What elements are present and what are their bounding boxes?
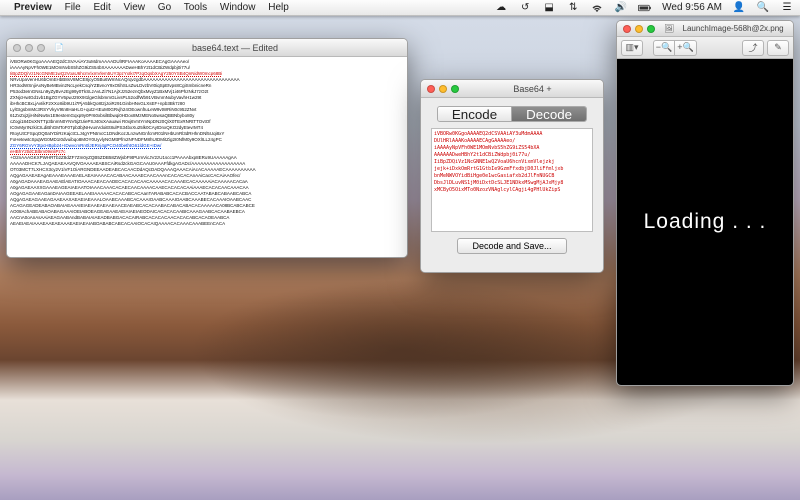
decode-and-save-button[interactable]: Decode and Save... [457, 238, 566, 254]
base64-textarea[interactable]: iVBORw0KGgoAAAAEQ2dCSVAAiAY3uMdmAAAA DUl… [431, 128, 593, 232]
minimize-icon[interactable] [439, 85, 447, 93]
traffic-lights[interactable] [427, 85, 459, 93]
battery-icon[interactable] [638, 3, 652, 13]
close-icon[interactable] [623, 25, 631, 33]
dropbox-icon[interactable]: ⬓ [542, 2, 556, 13]
spotlight-icon[interactable]: 🔍 [756, 2, 770, 13]
textedit-window: 📄 base64.text — Edited iVBORw0KGgoAAAAEQ… [6, 38, 408, 258]
menu-tools[interactable]: Tools [184, 2, 207, 13]
window-title: Base64 + [468, 84, 597, 94]
zoom-icon[interactable] [647, 25, 655, 33]
menu-bar: Preview File Edit View Go Tools Window H… [0, 0, 800, 16]
window-titlebar[interactable]: 📄 base64.text — Edited [7, 39, 407, 57]
minimize-icon[interactable] [635, 25, 643, 33]
preview-toolbar: ▥▾ −🔍 +🔍 ⤴ ✎ [617, 37, 793, 59]
image-canvas[interactable]: Loading . . . [617, 59, 793, 385]
menu-file[interactable]: File [65, 2, 81, 13]
sidebar-view-button[interactable]: ▥▾ [621, 40, 643, 56]
app-menus: Preview File Edit View Go Tools Window H… [14, 2, 299, 13]
window-title: LaunchImage-568h@2x.png [679, 24, 787, 33]
window-title: base64.text — Edited [69, 43, 401, 53]
image-content-text: Loading . . . [644, 210, 767, 234]
cloud-icon[interactable]: ☁ [494, 2, 508, 13]
menu-edit[interactable]: Edit [94, 2, 111, 13]
document-body[interactable]: iVBORw0KGgoAAAAEQ2dCSVAAiAY3uMdmAAAADUlI… [7, 57, 407, 257]
preview-window: 🖼 LaunchImage-568h@2x.png ▥▾ −🔍 +🔍 ⤴ ✎ L… [616, 20, 794, 386]
menu-help[interactable]: Help [268, 2, 289, 13]
close-icon[interactable] [427, 85, 435, 93]
app-name-menu[interactable]: Preview [14, 2, 52, 13]
zoom-out-button[interactable]: −🔍 [653, 40, 675, 56]
clock[interactable]: Wed 9:56 AM [662, 2, 722, 13]
zoom-icon[interactable] [451, 85, 459, 93]
user-icon[interactable]: 👤 [732, 2, 746, 13]
window-titlebar[interactable]: Base64 + [421, 80, 603, 98]
network-icon[interactable]: ⇅ [566, 2, 580, 13]
zoom-icon[interactable] [37, 44, 45, 52]
volume-icon[interactable]: 🔊 [614, 2, 628, 13]
share-button[interactable]: ⤴ [742, 40, 764, 56]
window-titlebar[interactable]: 🖼 LaunchImage-568h@2x.png [617, 21, 793, 37]
zoom-in-button[interactable]: +🔍 [675, 40, 697, 56]
menu-status-area: ☁ ↺ ⬓ ⇅ 🔊 Wed 9:56 AM 👤 🔍 ☰ [494, 2, 794, 13]
traffic-lights[interactable] [623, 25, 655, 33]
menu-go[interactable]: Go [158, 2, 171, 13]
document-proxy-icon[interactable]: 🖼 [664, 24, 674, 33]
menu-window[interactable]: Window [220, 2, 256, 13]
document-proxy-icon[interactable]: 📄 [54, 43, 64, 52]
zoom-group: −🔍 +🔍 [653, 40, 697, 56]
traffic-lights[interactable] [13, 44, 45, 52]
menu-view[interactable]: View [124, 2, 146, 13]
markup-button[interactable]: ✎ [767, 40, 789, 56]
close-icon[interactable] [13, 44, 21, 52]
sync-icon[interactable]: ↺ [518, 2, 532, 13]
base64-window: Base64 + Encode Decode iVBORw0KGgoAAAAEQ… [420, 79, 604, 273]
encode-tab[interactable]: Encode [438, 107, 511, 121]
mode-segmented-control[interactable]: Encode Decode [437, 106, 587, 122]
notification-center-icon[interactable]: ☰ [780, 2, 794, 13]
minimize-icon[interactable] [25, 44, 33, 52]
wifi-icon[interactable] [590, 3, 604, 13]
decode-tab[interactable]: Decode [511, 107, 586, 121]
